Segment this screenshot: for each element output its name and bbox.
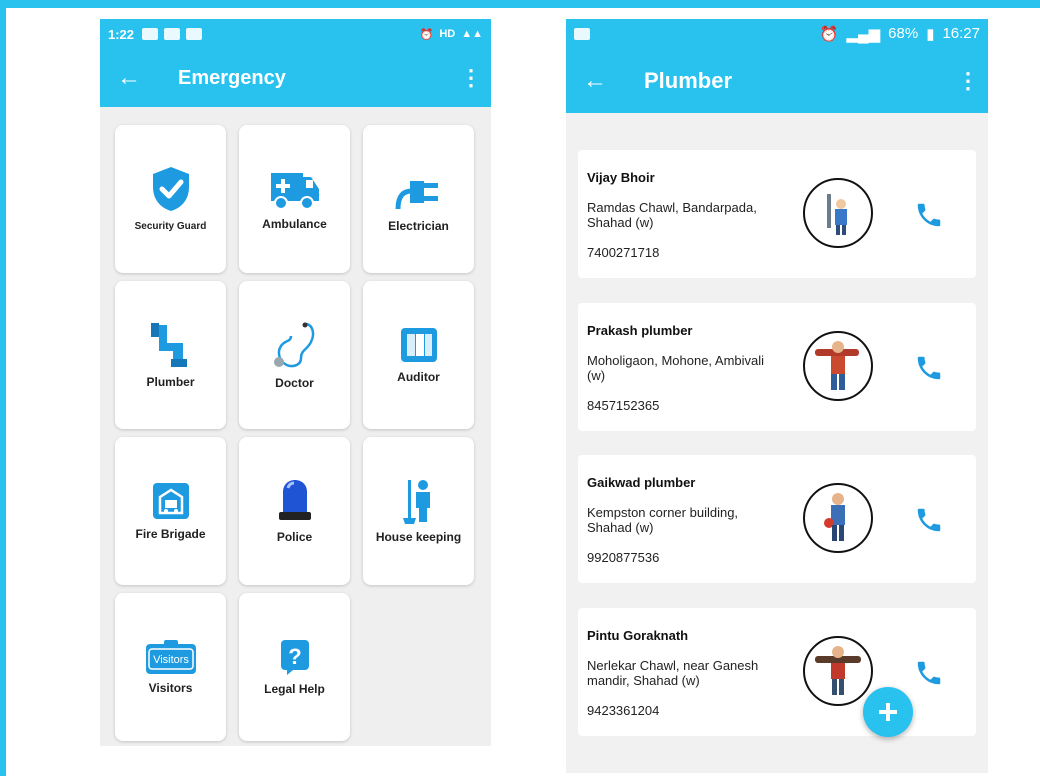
notification-icon [164,28,181,40]
plus-icon [879,703,897,721]
plumber-avatar-icon [824,493,845,541]
tile-label: Ambulance [262,216,327,231]
battery-icon: ▮ [926,26,935,43]
contact-name: Pintu Goraknath [587,628,689,643]
janitor-icon [402,479,430,524]
tile-auditor[interactable]: Auditor [363,281,474,429]
contact-address: Moholigaon, Mohone, Ambivali (w) [587,353,765,383]
pipe-icon [150,322,187,367]
page-title: Plumber [644,68,733,93]
avatar [803,331,873,401]
tile-legal-help[interactable]: ? Legal Help [239,593,350,741]
tile-electrician[interactable]: Electrician [363,125,474,273]
question-mark-text: ? [288,644,301,669]
avatar [803,483,873,553]
contact-card[interactable]: Prakash plumber Moholigaon, Mohone, Ambi… [578,303,976,431]
battery-percent: 68% [888,25,919,42]
plumber-avatar-icon [815,646,861,695]
tile-label: Legal Help [264,681,325,696]
tile-label: Police [276,529,313,544]
contact-name: Gaikwad plumber [587,475,696,490]
contact-phone: 8457152365 [587,398,660,413]
tile-label: Doctor [275,375,314,390]
tile-label: Electrician [388,218,449,233]
app-bar: ← Emergency ⋮ [100,49,491,107]
contact-name: Prakash plumber [587,323,693,338]
category-grid: Security Guard Ambulance Electrician Plu… [115,125,475,741]
phone-call-icon[interactable] [914,658,944,688]
back-arrow-icon[interactable]: ← [100,64,158,92]
status-time: 16:27 [942,25,980,42]
frame-border-left [0,0,6,776]
back-arrow-icon[interactable]: ← [566,67,624,95]
tile-label: Visitors [148,680,193,695]
contact-phone: 9423361204 [587,703,660,718]
notification-icon [142,28,159,40]
tile-visitors[interactable]: Visitors Visitors [115,593,226,741]
frame-border-top [0,0,1040,8]
phone-call-icon[interactable] [914,505,944,535]
contact-card[interactable]: Gaikwad plumber Kempston corner building… [578,455,976,583]
question-icon: ? [280,639,309,675]
plumber-screen: ⏰ ▂▄▆ 68% ▮ 16:27 ← Plumber ⋮ Vijay Bhoi… [566,19,988,773]
shield-check-icon [152,166,189,211]
book-icon [400,327,437,362]
plumber-avatar-icon [827,194,847,235]
app-bar: ← Plumber ⋮ [566,49,988,113]
tile-doctor[interactable]: Doctor [239,281,350,429]
avatar [803,636,873,706]
tile-label: Plumber [146,374,195,389]
plug-icon [395,180,438,209]
fire-truck-icon [152,482,189,519]
tile-label: Security Guard [134,220,207,232]
status-bar: ⏰ ▂▄▆ 68% ▮ 16:27 [566,19,988,49]
gallery-icon [574,28,590,40]
tile-label: Auditor [397,369,440,384]
signal-icon: ▲▲ [461,27,483,40]
phone-call-icon[interactable] [914,200,944,230]
tile-ambulance[interactable]: Ambulance [239,125,350,273]
tile-plumber[interactable]: Plumber [115,281,226,429]
add-contact-button[interactable] [863,687,913,737]
plumber-avatar-icon [815,341,859,390]
contact-phone: 7400271718 [587,245,660,260]
signal-icon: ▂▄▆ [846,26,881,43]
visitors-badge-icon: Visitors [145,639,196,674]
tile-fire-brigade[interactable]: Fire Brigade [115,437,226,585]
tile-police[interactable]: Police [239,437,350,585]
contact-address: Nerlekar Chawl, near Ganesh mandir, Shah… [587,658,759,688]
alarm-icon: ⏰ [819,26,839,43]
visitors-badge-text: Visitors [153,654,189,666]
contact-address: Kempston corner building, Shahad (w) [587,505,739,535]
phone-call-icon[interactable] [914,353,944,383]
page-title: Emergency [178,66,286,89]
tile-label: Fire Brigade [135,526,206,541]
status-time: 1:22 [108,26,135,42]
contact-card[interactable]: Pintu Goraknath Nerlekar Chawl, near Gan… [578,608,976,736]
notification-icon [186,28,203,40]
status-bar: 1:22 ⏰ HD ▲▲ [100,19,491,49]
tile-security-guard[interactable]: Security Guard [115,125,226,273]
overflow-menu-icon[interactable]: ⋮ [451,65,491,91]
avatar [803,178,873,248]
status-indicators: ⏰ HD ▲▲ [420,28,483,41]
tile-label: House keeping [375,529,462,544]
overflow-menu-icon[interactable]: ⋮ [948,68,988,94]
stethoscope-icon [273,322,314,367]
contact-card[interactable]: Vijay Bhoir Ramdas Chawl, Bandarpada, Sh… [578,150,976,278]
contact-phone: 9920877536 [587,550,660,565]
siren-icon [278,479,311,520]
alarm-icon: ⏰ [419,28,434,41]
contact-name: Vijay Bhoir [587,170,655,185]
tile-house-keeping[interactable]: House keeping [363,437,474,585]
status-network-label: HD [439,27,456,40]
status-indicators: ⏰ ▂▄▆ 68% ▮ 16:27 [820,25,980,43]
contact-address: Ramdas Chawl, Bandarpada, Shahad (w) [587,200,757,230]
ambulance-icon [270,172,319,210]
emergency-screen: 1:22 ⏰ HD ▲▲ ← Emergency ⋮ Security Guar… [100,19,491,746]
